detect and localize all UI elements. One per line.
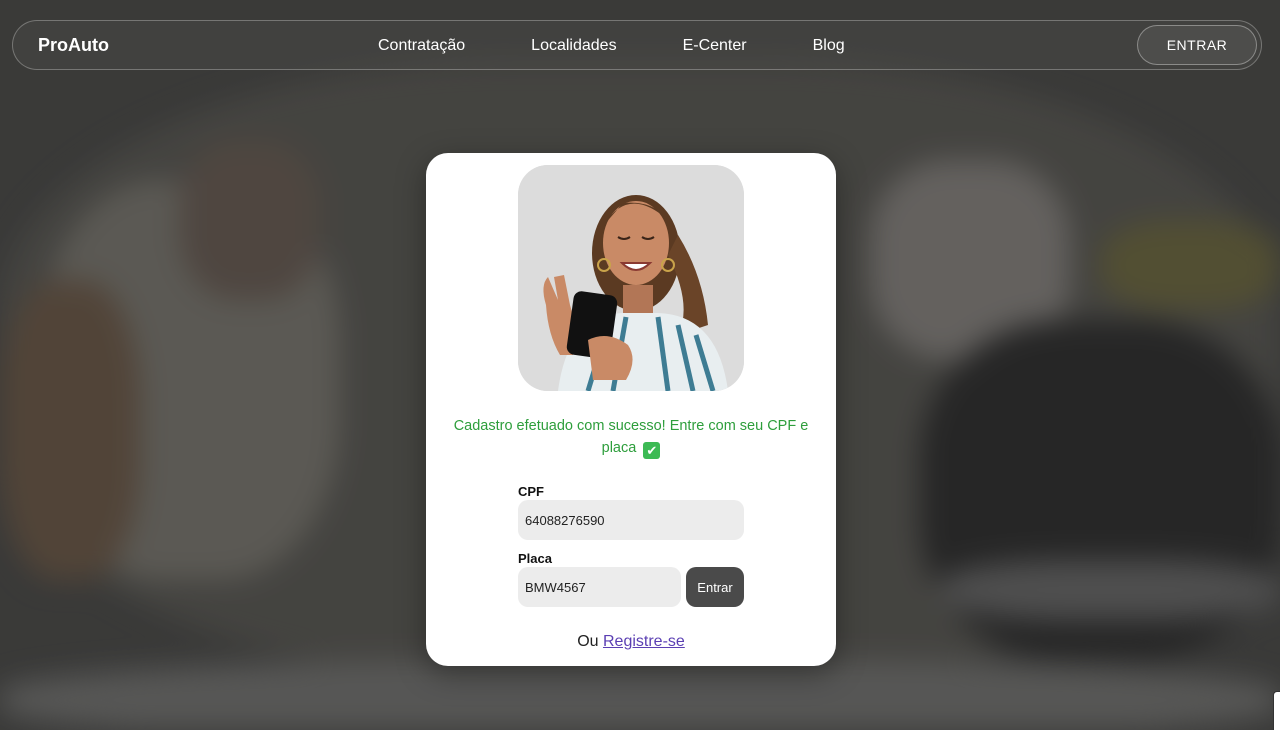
cpf-label: CPF — [518, 484, 544, 499]
nav-link-e-center[interactable]: E-Center — [683, 37, 747, 55]
login-button[interactable]: ENTRAR — [1137, 25, 1257, 65]
success-message-text: Cadastro efetuado com sucesso! Entre com… — [453, 418, 809, 456]
login-card: Cadastro efetuado com sucesso! Entre com… — [426, 153, 836, 666]
brand-logo[interactable]: ProAuto — [38, 35, 109, 56]
placa-label: Placa — [518, 551, 552, 566]
navbar: ProAuto Contratação Localidades E-Center… — [12, 20, 1262, 70]
cpf-input[interactable] — [518, 500, 744, 540]
nav-links: Contratação Localidades E-Center Blog — [378, 37, 911, 55]
woman-with-phone-photo — [518, 165, 744, 391]
nav-link-blog[interactable]: Blog — [813, 37, 845, 55]
check-mark-icon: ✔ — [643, 442, 661, 459]
nav-link-contratacao[interactable]: Contratação — [378, 37, 465, 55]
register-link[interactable]: Registre-se — [603, 633, 685, 650]
success-message: Cadastro efetuado com sucesso! Entre com… — [436, 415, 826, 459]
enter-button[interactable]: Entrar — [686, 567, 744, 607]
register-line: Ou Registre-se — [426, 633, 836, 651]
nav-link-localidades[interactable]: Localidades — [531, 37, 616, 55]
or-text: Ou — [577, 633, 599, 650]
placa-input[interactable] — [518, 567, 681, 607]
scroll-corner — [1273, 691, 1280, 730]
